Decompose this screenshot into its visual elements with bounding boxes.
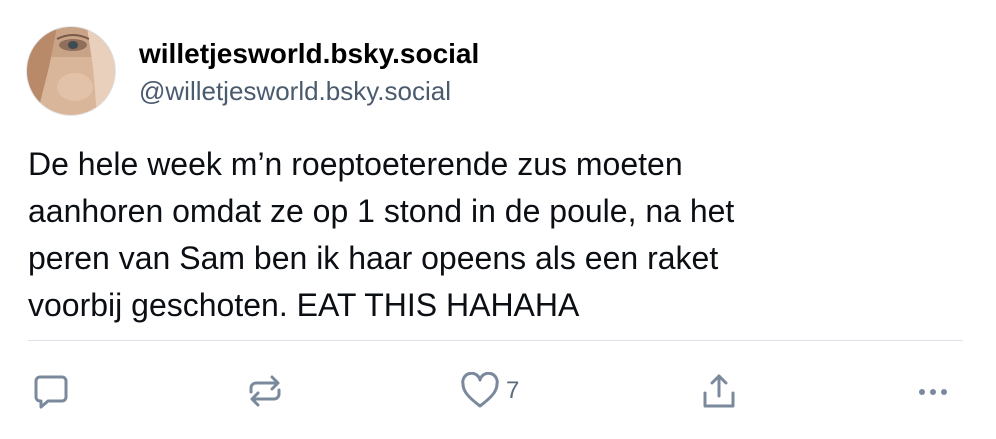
repost-button[interactable] xyxy=(246,372,284,410)
avatar[interactable] xyxy=(26,26,116,116)
like-button[interactable]: 7 xyxy=(460,372,519,410)
more-options-button[interactable] xyxy=(915,372,951,410)
post-header: willetjesworld.bsky.social @willetjeswor… xyxy=(26,26,970,118)
post-card[interactable]: willetjesworld.bsky.social @willetjeswor… xyxy=(0,0,996,439)
reply-button[interactable] xyxy=(33,372,69,410)
heart-icon xyxy=(461,372,499,408)
ellipsis-icon xyxy=(919,389,947,395)
author-display-name[interactable]: willetjesworld.bsky.social xyxy=(139,36,479,72)
post-text: De hele week m’n roeptoeterende zus moet… xyxy=(28,146,735,323)
like-count: 7 xyxy=(506,377,520,404)
divider xyxy=(28,340,963,341)
avatar-photo xyxy=(27,27,115,115)
author-names: willetjesworld.bsky.social @willetjeswor… xyxy=(139,36,479,108)
post-actions: 7 xyxy=(0,372,996,412)
speech-bubble-icon xyxy=(34,375,68,409)
author-handle[interactable]: @willetjesworld.bsky.social xyxy=(139,74,479,108)
repost-arrows-icon xyxy=(249,375,281,407)
share-button[interactable] xyxy=(701,372,737,410)
share-up-icon xyxy=(703,374,735,408)
